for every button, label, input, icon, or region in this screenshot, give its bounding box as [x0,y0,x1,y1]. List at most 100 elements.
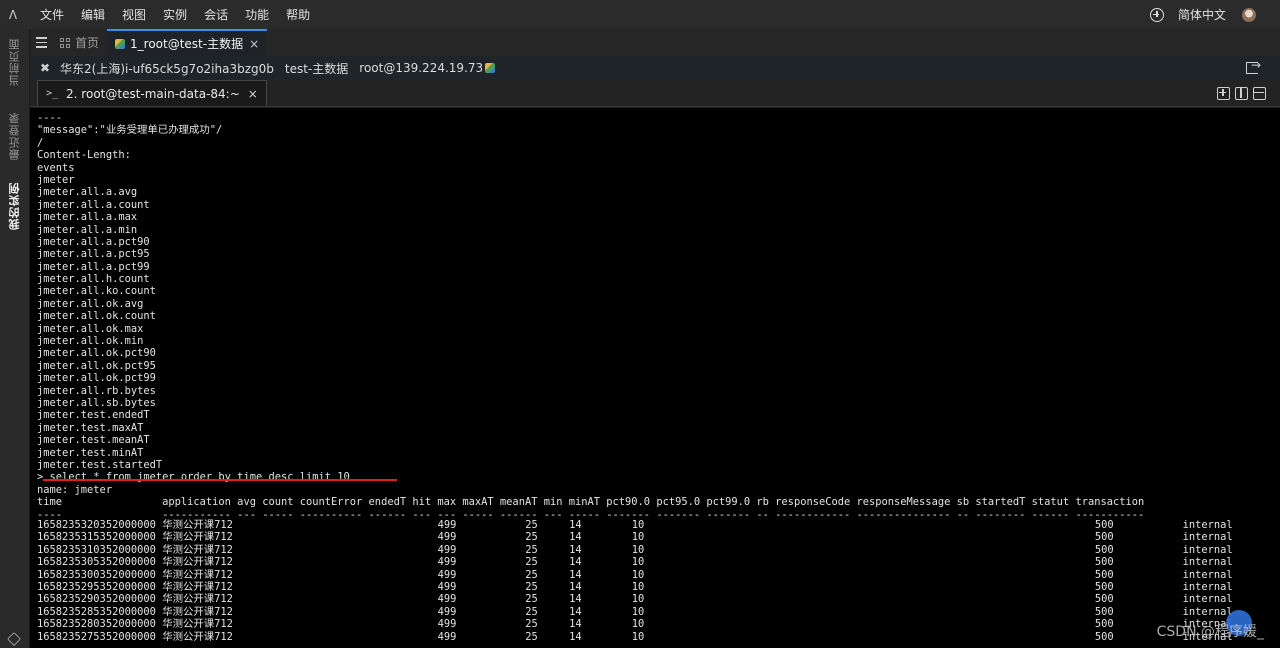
terminal-line: jmeter.test.maxAT [37,421,144,434]
close-icon[interactable]: × [249,37,259,51]
menu-view[interactable]: 视图 [122,6,146,23]
cell-maxAT: 25 [525,593,538,606]
cell-startedT: 500 [1094,556,1114,569]
split-horizontal-icon[interactable] [1253,86,1266,100]
instance-host: root@139.224.19.73 [359,61,484,75]
cell-minAT: 10 [631,630,645,643]
cell-transaction: internal [1182,605,1233,618]
cell-maxAT: 25 [525,519,538,531]
new-pane-icon[interactable] [1217,86,1230,100]
exit-icon[interactable] [1246,58,1261,74]
menubar-right: 简体中文 [1149,6,1256,23]
tab-home[interactable]: 首页 [52,29,107,56]
cell-minAT: 10 [631,605,645,618]
terminal-line: jmeter.all.ok.avg [37,297,144,310]
cell-startedT: 500 [1094,593,1114,606]
close-icon[interactable]: × [248,87,258,101]
cell-startedT: 500 [1094,605,1114,618]
menu-help[interactable]: 帮助 [286,6,310,23]
cell-endedT: 499 [437,593,457,606]
terminal-line: "message":"业务受理单已办理成功"/ [37,124,223,137]
cell-time: 1658235295352000000 [37,580,156,593]
cell-startedT: 500 [1094,568,1114,581]
cell-startedT: 500 [1094,618,1114,631]
terminal-line: jmeter.all.ok.count [37,310,156,323]
language-selector[interactable]: 简体中文 [1178,6,1226,23]
cell-meanAT: 14 [569,531,582,544]
cell-application: 华测公开课712 [162,519,233,531]
cell-endedT: 499 [437,580,457,593]
cell-time: 1658235280352000000 [37,618,156,631]
terminal-line: jmeter.all.a.min [37,223,138,236]
terminal-line: jmeter [37,173,75,186]
menu-instance[interactable]: 实例 [163,6,187,23]
cell-transaction: internal [1182,580,1233,593]
tab-session-label: 1_root@test-主数据 [130,37,244,51]
terminal-line: jmeter.all.ok.max [37,322,144,335]
cell-meanAT: 14 [569,593,582,606]
sidebar-tab-label: 当前页面 [8,38,21,86]
add-icon[interactable] [1149,7,1164,22]
cell-application: 华测公开课712 [162,630,233,643]
terminal-line: jmeter.test.minAT [37,446,144,459]
sidebar-tab-current-page[interactable]: 当前页面 [0,31,30,93]
terminal-line: time application avg count countError en… [37,496,1145,509]
menu-session[interactable]: 会话 [204,6,228,23]
cell-transaction: internal [1182,568,1233,581]
cell-maxAT: 25 [525,605,538,618]
cell-minAT: 10 [631,580,645,593]
terminal-line: ---- [37,112,63,124]
session-tab-label: 2. root@test-main-data-84:~ [66,86,240,101]
grid-icon [60,37,70,48]
avatar[interactable] [1242,7,1256,22]
cell-startedT: 500 [1094,630,1114,643]
cell-transaction: internal [1182,531,1233,544]
terminal-line: events [37,161,75,174]
session-tab[interactable]: >_ 2. root@test-main-data-84:~ × [37,80,267,106]
cell-minAT: 10 [631,556,645,569]
instance-region: 华东2(上海)i-uf65ck5g7o2iha3bzg0b [60,61,274,76]
cell-time: 1658235305352000000 [37,556,156,569]
terminal-line: jmeter.all.a.pct99 [37,260,150,273]
pin-icon[interactable] [6,631,22,647]
app-logo-icon[interactable]: Ʌ [0,8,26,22]
sidebar-tab-recent-login[interactable]: 最近登录 [0,105,30,167]
cell-time: 1658235285352000000 [37,605,156,618]
terminal-line: jmeter.all.ko.count [37,285,156,298]
terminal-line: > select * from jmeter order by time des… [37,471,350,484]
cell-maxAT: 25 [525,556,538,569]
cell-maxAT: 25 [525,543,538,556]
cell-maxAT: 25 [525,580,538,593]
cell-time: 1658235310352000000 [37,543,156,556]
terminal-line: jmeter.test.endedT [37,409,150,422]
collapse-icon[interactable]: ✖ [30,61,60,75]
left-sidebar: 当前页面 最近登录 我的实例 [0,29,30,648]
split-vertical-icon[interactable] [1235,86,1248,100]
menu-edit[interactable]: 编辑 [81,6,105,23]
terminal-line: jmeter.all.a.pct95 [37,248,150,261]
cell-application: 华测公开课712 [162,568,233,581]
cell-minAT: 10 [631,519,645,531]
cell-application: 华测公开课712 [162,531,233,544]
cell-time: 1658235290352000000 [37,593,156,606]
terminal-line: jmeter.all.ok.pct95 [37,359,156,372]
cell-application: 华测公开课712 [162,543,233,556]
cell-meanAT: 14 [569,556,582,569]
cell-minAT: 10 [631,531,645,544]
cell-startedT: 500 [1094,519,1114,531]
cell-endedT: 499 [437,543,457,556]
menu-file[interactable]: 文件 [40,6,64,23]
layout-controls [1217,80,1266,106]
tab-session[interactable]: 1_root@test-主数据 × [107,29,268,56]
terminal-lines: ---- "message":"业务受理单已办理成功"// Content-Leng… [37,112,1144,521]
terminal-output[interactable]: ---- "message":"业务受理单已办理成功"// Content-Leng… [30,108,1280,648]
cell-application: 华测公开课712 [162,605,233,618]
menu-icon[interactable] [30,29,52,56]
sidebar-tab-label: 我的实例 [8,182,21,230]
cell-endedT: 499 [437,630,457,643]
menu-features[interactable]: 功能 [245,6,269,23]
sidebar-tab-my-instances[interactable]: 我的实例 [0,175,30,237]
cell-meanAT: 14 [569,568,582,581]
terminal-line: jmeter.test.meanAT [37,434,150,447]
cell-time: 1658235315352000000 [37,531,156,544]
